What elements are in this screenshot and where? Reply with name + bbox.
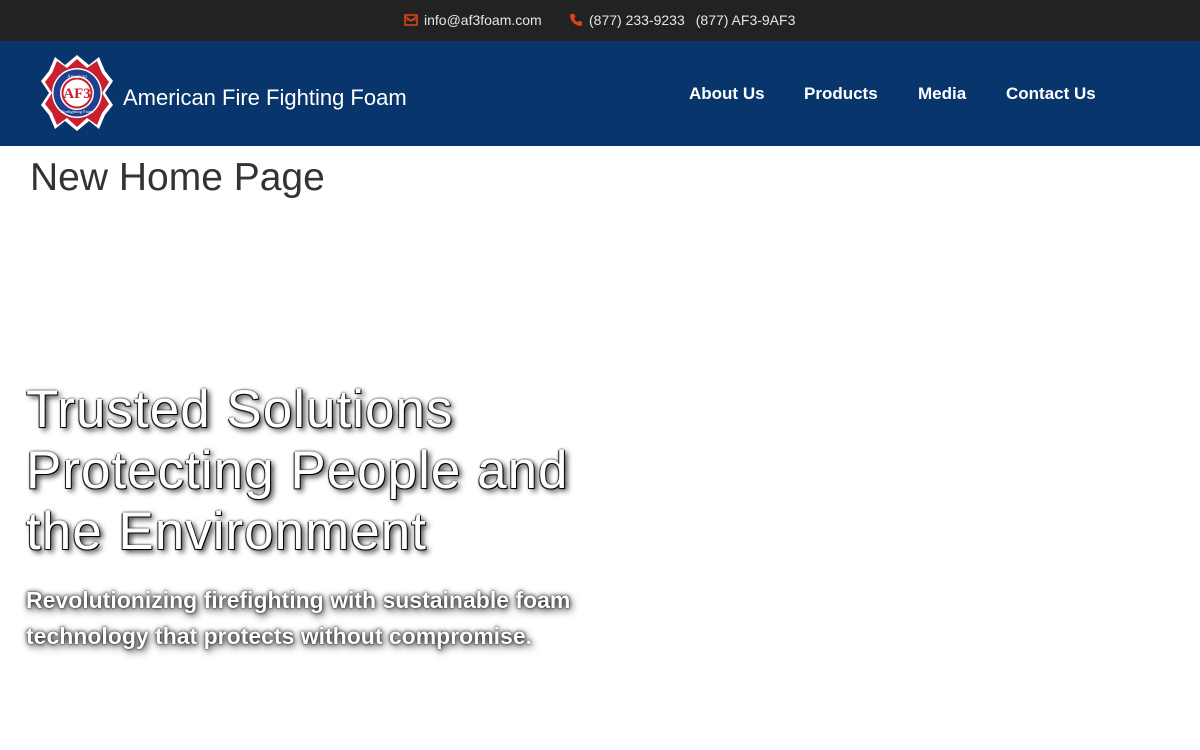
topbar-phone-group: (877) 233-9233 (877) AF3-9AF3	[569, 12, 795, 28]
svg-text:Firefighting Foam: Firefighting Foam	[61, 109, 94, 114]
phone-icon	[569, 13, 583, 27]
nav-contact-us[interactable]: Contact Us	[1006, 84, 1096, 104]
topbar-phone-2[interactable]: (877) AF3-9AF3	[696, 12, 796, 28]
topbar-email-text: info@af3foam.com	[424, 12, 542, 28]
nav-products[interactable]: Products	[804, 84, 878, 104]
site-header: AF3 American Firefighting Foam American …	[0, 41, 1200, 146]
svg-text:American: American	[67, 75, 87, 80]
hero-heading: Trusted Solutions Protecting People and …	[26, 380, 569, 561]
hero-subheading: Revolutionizing firefighting with sustai…	[26, 587, 571, 649]
nav-media[interactable]: Media	[918, 84, 966, 104]
topbar-phone-1[interactable]: (877) 233-9233	[589, 12, 685, 28]
main-navigation: About Us Products Media Contact Us	[0, 84, 1200, 106]
nav-about-us[interactable]: About Us	[689, 84, 765, 104]
top-contact-bar: info@af3foam.com (877) 233-9233 (877) AF…	[0, 0, 1200, 41]
topbar-email-link[interactable]: info@af3foam.com	[404, 12, 542, 28]
page-title: New Home Page	[30, 156, 325, 199]
envelope-icon	[404, 13, 418, 27]
